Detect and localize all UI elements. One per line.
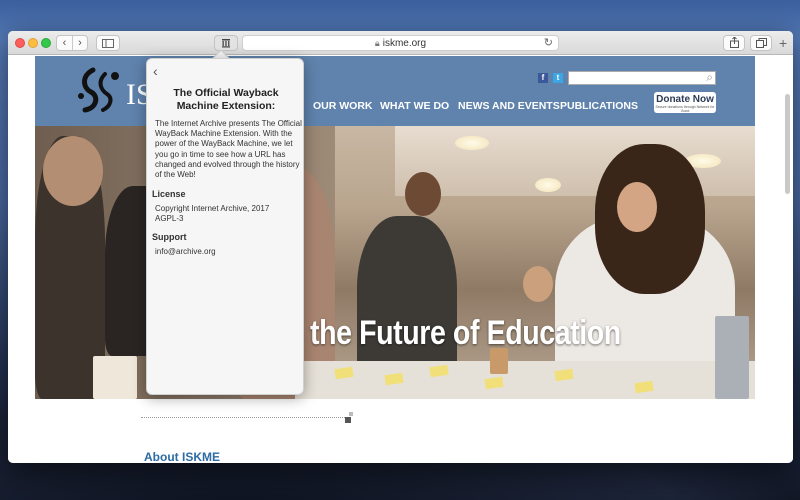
back-forward-buttons: ‹ ›	[56, 35, 88, 51]
chevron-left-icon[interactable]: ‹	[153, 63, 158, 79]
sidebar-button[interactable]	[96, 35, 120, 51]
forward-icon[interactable]: ›	[72, 36, 87, 50]
facebook-icon[interactable]: f	[538, 73, 548, 83]
wayback-extension-button[interactable]	[214, 35, 238, 51]
tabs-icon	[755, 38, 767, 48]
browser-window: ‹ › 🔒︎ iskme.org ↻ + IS f t ⌕ OUR WORK W…	[8, 31, 793, 463]
nav-our-work[interactable]: OUR WORK	[313, 100, 373, 112]
minimize-window-button[interactable]	[28, 38, 38, 48]
page-viewport: IS f t ⌕ OUR WORK WHAT WE DO NEWS AND EV…	[8, 56, 793, 463]
search-icon[interactable]: ⌕	[706, 70, 713, 85]
share-button[interactable]	[723, 35, 745, 51]
license-heading: License	[152, 189, 186, 199]
sidebar-icon	[102, 39, 114, 48]
close-window-button[interactable]	[15, 38, 25, 48]
hero-title: the Future of Education	[310, 314, 621, 352]
address-text: iskme.org	[382, 38, 427, 49]
new-tab-button[interactable]: +	[779, 35, 787, 51]
divider	[141, 417, 349, 418]
popover-title: The Official Wayback Machine Extension:	[173, 87, 279, 112]
tabs-overview-button[interactable]	[750, 35, 772, 51]
archive-icon	[222, 39, 230, 48]
nav-what-we-do[interactable]: WHAT WE DO	[380, 100, 449, 112]
back-icon[interactable]: ‹	[57, 36, 72, 50]
nav-news-and-events[interactable]: NEWS AND EVENTS	[458, 100, 560, 112]
support-heading: Support	[152, 232, 187, 242]
site-search-input[interactable]: ⌕	[568, 70, 716, 85]
popover-description: The Internet Archive presents The Offici…	[155, 119, 302, 180]
zoom-window-button[interactable]	[41, 38, 51, 48]
donate-tagline: Secure donations through Network for Goo…	[655, 105, 715, 113]
iskme-logo-icon[interactable]	[73, 66, 125, 114]
site-header: IS f t ⌕ OUR WORK WHAT WE DO NEWS AND EV…	[35, 56, 755, 126]
about-heading[interactable]: About ISKME	[144, 450, 220, 463]
page-scrollbar[interactable]	[785, 94, 790, 194]
reload-icon[interactable]: ↻	[544, 36, 553, 50]
address-bar[interactable]: 🔒︎ iskme.org ↻	[242, 35, 559, 51]
browser-toolbar: ‹ › 🔒︎ iskme.org ↻ +	[8, 31, 793, 55]
license-text: Copyright Internet Archive, 2017 AGPL-3	[155, 204, 270, 224]
wayback-extension-popover: ‹ The Official Wayback Machine Extension…	[146, 58, 304, 395]
donate-label: Donate Now	[656, 94, 714, 105]
hero-image: the Future of Education	[35, 126, 755, 399]
twitter-icon[interactable]: t	[553, 73, 563, 83]
nav-publications[interactable]: PUBLICATIONS	[560, 100, 638, 112]
donate-button[interactable]: Donate Now Secure donations through Netw…	[654, 92, 716, 113]
lock-icon: 🔒︎	[374, 38, 380, 48]
share-icon	[729, 36, 739, 48]
support-email[interactable]: info@archive.org	[155, 247, 295, 257]
